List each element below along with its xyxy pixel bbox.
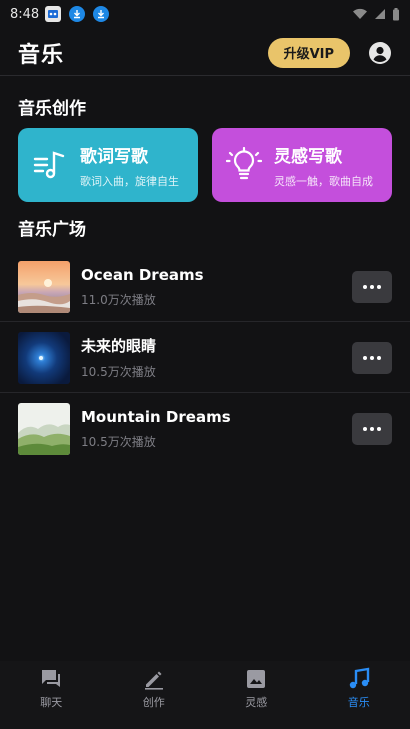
- song-play-count: 10.5万次播放: [81, 365, 156, 379]
- song-play-count: 10.5万次播放: [81, 435, 156, 449]
- section-title-creation: 音乐创作: [18, 99, 86, 119]
- account-icon[interactable]: [368, 41, 392, 65]
- nav-label: 音乐: [347, 695, 370, 709]
- nav-item-create[interactable]: 创作: [103, 661, 206, 729]
- wifi-icon: [353, 8, 367, 19]
- card-title: 歌词写歌: [80, 146, 148, 167]
- download-icon: [69, 6, 86, 22]
- more-dots-icon: [363, 427, 381, 431]
- bottom-nav: 聊天 创作 灵感 音乐: [0, 661, 410, 729]
- song-item-future-eyes[interactable]: 未来的眼睛 10.5万次播放: [0, 323, 410, 393]
- lightbulb-icon: [225, 146, 263, 183]
- song-item-ocean-dreams[interactable]: Ocean Dreams 11.0万次播放: [0, 252, 410, 322]
- app-notification-icon: [45, 6, 62, 22]
- pencil-icon: [144, 671, 163, 690]
- lyrics-songwriting-card[interactable]: 歌词写歌 歌词入曲，旋律自生: [18, 128, 198, 202]
- battery-icon: [393, 7, 399, 20]
- chat-icon: [42, 669, 61, 687]
- nav-label: 创作: [142, 695, 165, 709]
- nav-item-music[interactable]: 音乐: [308, 661, 410, 729]
- song-thumbnail: [18, 260, 70, 313]
- upgrade-vip-button[interactable]: 升级VIP: [267, 37, 350, 68]
- signal-icon: [375, 9, 385, 19]
- image-icon: [247, 669, 266, 688]
- more-dots-icon: [363, 284, 381, 289]
- more-options-button[interactable]: [352, 413, 392, 445]
- section-title-plaza: 音乐广场: [18, 220, 86, 240]
- more-options-button[interactable]: [352, 270, 392, 303]
- header: 音乐 升级VIP: [0, 30, 410, 76]
- song-title: Mountain Dreams: [81, 408, 231, 426]
- song-play-count: 11.0万次播放: [81, 292, 156, 307]
- nav-item-inspiration[interactable]: 灵感: [205, 661, 308, 729]
- card-subtitle: 歌词入曲，旋律自生: [80, 174, 179, 188]
- song-title: 未来的眼睛: [81, 337, 157, 355]
- more-dots-icon: [363, 355, 381, 360]
- download-icon: [93, 6, 110, 22]
- status-time: 8:48: [10, 6, 40, 22]
- music-lyrics-icon: [32, 147, 68, 183]
- more-options-button[interactable]: [352, 341, 392, 374]
- nav-label: 灵感: [245, 695, 268, 709]
- song-thumbnail: [18, 331, 70, 384]
- song-item-mountain-dreams[interactable]: Mountain Dreams 10.5万次播放: [0, 394, 410, 464]
- card-subtitle: 灵感一触，歌曲自成: [274, 174, 373, 188]
- card-title: 灵感写歌: [274, 146, 342, 167]
- status-bar: 8:48: [0, 0, 410, 28]
- nav-item-chat[interactable]: 聊天: [0, 661, 103, 729]
- song-thumbnail: [18, 403, 70, 455]
- music-note-icon: [349, 667, 369, 688]
- page-title: 音乐: [18, 42, 65, 68]
- inspiration-songwriting-card[interactable]: 灵感写歌 灵感一触，歌曲自成: [212, 128, 392, 202]
- nav-label: 聊天: [40, 695, 63, 709]
- song-title: Ocean Dreams: [81, 265, 204, 284]
